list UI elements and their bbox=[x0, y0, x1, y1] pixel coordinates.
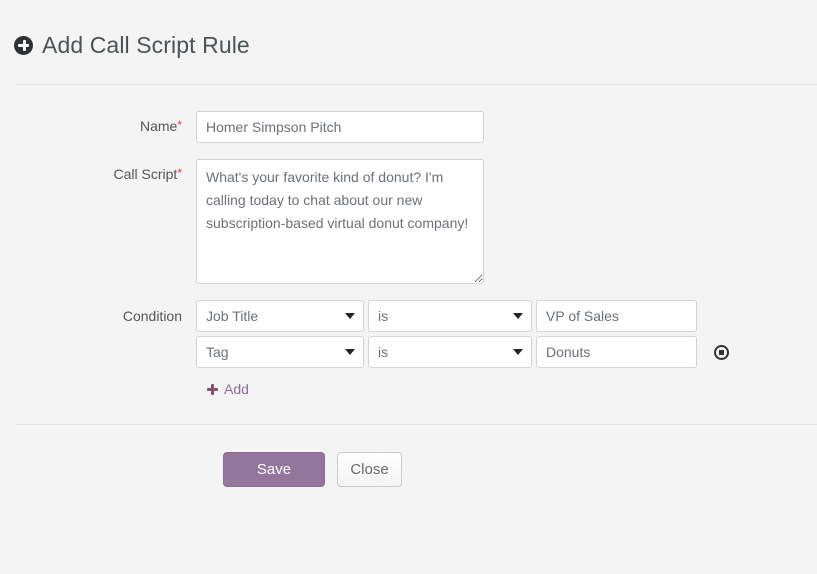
condition-field-select[interactable]: Tag bbox=[196, 336, 364, 368]
form-row-condition: Condition Job Title is VP of Sales Tag i… bbox=[0, 300, 817, 398]
page-header: Add Call Script Rule bbox=[0, 0, 817, 62]
remove-circle-icon[interactable] bbox=[714, 344, 729, 360]
condition-value-input[interactable] bbox=[536, 336, 697, 368]
page-title: Add Call Script Rule bbox=[42, 31, 250, 58]
condition-row: Tag is bbox=[196, 336, 817, 368]
add-condition-button[interactable]: Add bbox=[207, 381, 249, 397]
add-condition-label: Add bbox=[224, 381, 249, 397]
rule-form: Name* Call Script* What's your favorite … bbox=[0, 85, 817, 398]
plus-icon bbox=[207, 383, 218, 395]
name-label-text: Name bbox=[139, 118, 178, 134]
condition-operator-select-wrap: is bbox=[368, 336, 536, 368]
condition-field-area: Job Title is Tag bbox=[196, 300, 817, 398]
condition-label: Condition bbox=[122, 308, 182, 324]
call-script-holder: What's your favorite kind of donut? I'm … bbox=[196, 159, 484, 284]
close-button[interactable]: Close bbox=[337, 451, 402, 487]
call-script-field-area: What's your favorite kind of donut? I'm … bbox=[196, 159, 817, 284]
condition-value-input[interactable] bbox=[536, 300, 697, 332]
condition-operator-select-wrap: is bbox=[368, 300, 536, 332]
form-row-call-script: Call Script* What's your favorite kind o… bbox=[0, 159, 817, 284]
name-field-area bbox=[196, 111, 817, 143]
save-button[interactable]: Save bbox=[223, 451, 325, 487]
call-script-required-marker: * bbox=[177, 166, 182, 180]
call-script-label-text: Call Script bbox=[113, 166, 178, 182]
condition-row: Job Title is bbox=[196, 300, 817, 332]
condition-operator-select[interactable]: is bbox=[368, 300, 532, 332]
name-required-marker: * bbox=[177, 118, 182, 132]
name-label: Name* bbox=[0, 111, 196, 134]
condition-field-select-wrap: Job Title bbox=[196, 300, 368, 332]
condition-operator-select[interactable]: is bbox=[368, 336, 532, 368]
condition-field-select-wrap: Tag bbox=[196, 336, 368, 368]
plus-circle-icon bbox=[14, 35, 33, 55]
form-row-name: Name* bbox=[0, 111, 817, 143]
call-script-label: Call Script* bbox=[0, 159, 196, 182]
add-call-script-rule-page: Add Call Script Rule Name* Call Script* … bbox=[0, 0, 817, 574]
name-input[interactable] bbox=[196, 111, 484, 143]
condition-field-select[interactable]: Job Title bbox=[196, 300, 364, 332]
form-footer: Save Close bbox=[0, 425, 817, 487]
call-script-textarea[interactable]: What's your favorite kind of donut? I'm … bbox=[196, 159, 484, 284]
